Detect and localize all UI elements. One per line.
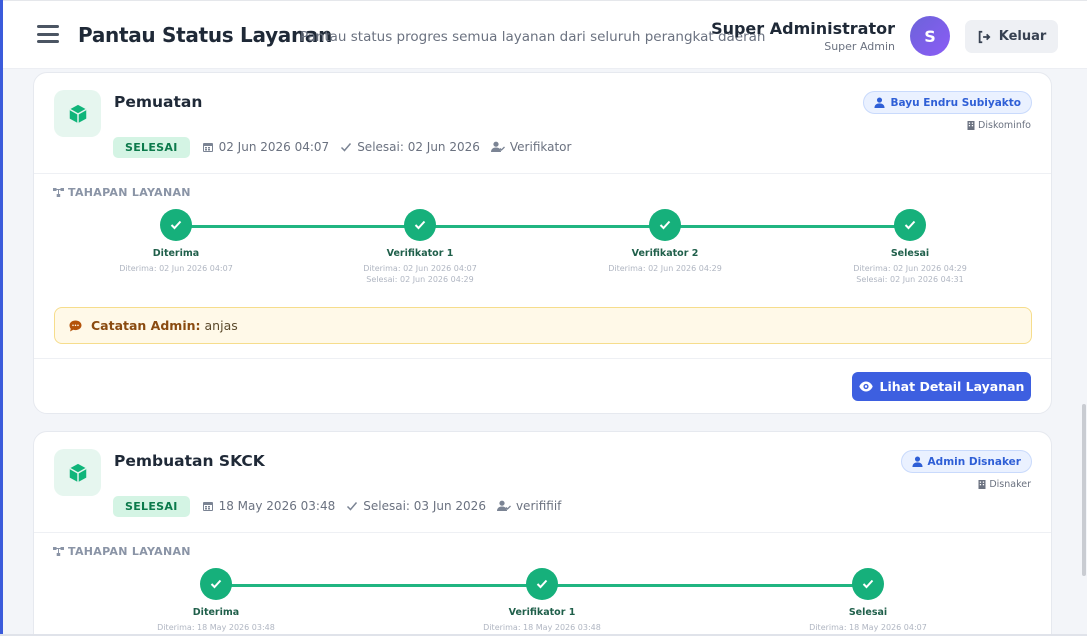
created-date: 18 May 2026 03:48 bbox=[202, 499, 336, 513]
step-check-icon bbox=[649, 209, 681, 241]
step-label: Verifikator 1 bbox=[386, 248, 454, 259]
step-check-icon bbox=[200, 568, 232, 600]
service-title: Pemuatan bbox=[114, 93, 203, 111]
hamburger-icon[interactable] bbox=[37, 25, 59, 43]
tahapan-label: TAHAPAN LAYANAN bbox=[68, 186, 191, 199]
verifier-text: verififiif bbox=[515, 499, 562, 513]
step-time: Selesai: 02 Jun 2026 04:31 bbox=[856, 275, 964, 284]
note-text: anjas bbox=[204, 318, 238, 333]
step-time: Diterima: 02 Jun 2026 04:07 bbox=[119, 264, 233, 273]
finished-date: Selesai: 03 Jun 2026 bbox=[346, 499, 486, 513]
user-role: Super Admin bbox=[824, 40, 895, 53]
department-name: Disnaker bbox=[989, 479, 1031, 490]
admin-note: Catatan Admin: anjas bbox=[54, 307, 1032, 344]
user-name: Super Administrator bbox=[711, 19, 895, 38]
sitemap-icon bbox=[53, 188, 64, 197]
calendar-icon bbox=[202, 143, 213, 152]
created-date-text: 02 Jun 2026 04:07 bbox=[218, 140, 330, 154]
view-detail-button[interactable]: Lihat Detail Layanan bbox=[852, 372, 1031, 401]
step-label: Selesai bbox=[890, 248, 930, 259]
comment-icon bbox=[69, 320, 82, 331]
step-label: Verifikator 2 bbox=[631, 248, 699, 259]
tahapan-label: TAHAPAN LAYANAN bbox=[68, 545, 191, 558]
service-meta: SELESAI 18 May 2026 03:48 Selesai: 03 Ju… bbox=[113, 495, 572, 517]
step-label: Diterima bbox=[152, 248, 200, 259]
step-label: Selesai bbox=[848, 607, 888, 618]
step-time: Diterima: 18 May 2026 03:48 bbox=[483, 623, 601, 632]
step-check-icon bbox=[160, 209, 192, 241]
avatar[interactable]: S bbox=[910, 16, 950, 56]
assignee-name: Bayu Endru Subiyakto bbox=[890, 96, 1021, 109]
page-title: Pantau Status Layanan bbox=[78, 23, 333, 47]
scrollbar-thumb[interactable] bbox=[1082, 404, 1086, 576]
step-time: Diterima: 18 May 2026 03:48 bbox=[157, 623, 275, 632]
department: Disnaker bbox=[978, 479, 1031, 490]
step-time: Diterima: 02 Jun 2026 04:29 bbox=[608, 264, 722, 273]
service-title: Pembuatan SKCK bbox=[114, 452, 265, 470]
finished-date-text: Selesai: 02 Jun 2026 bbox=[357, 140, 480, 154]
status-badge: SELESAI bbox=[113, 495, 190, 517]
service-card-pemuatan: Pemuatan SELESAI 02 Jun 2026 04:07 Seles… bbox=[33, 72, 1052, 414]
step-check-icon bbox=[852, 568, 884, 600]
step-check-icon bbox=[894, 209, 926, 241]
step-time: Diterima: 02 Jun 2026 04:29 bbox=[853, 264, 967, 273]
logout-label: Keluar bbox=[998, 29, 1047, 44]
left-accent-bar bbox=[0, 0, 3, 636]
step-label: Verifikator 1 bbox=[508, 607, 576, 618]
progress-track bbox=[176, 225, 910, 228]
tahapan-heading: TAHAPAN LAYANAN bbox=[53, 545, 191, 558]
created-date: 02 Jun 2026 04:07 bbox=[202, 140, 330, 154]
box-icon bbox=[54, 90, 101, 137]
divider bbox=[34, 532, 1051, 533]
step-time: Diterima: 18 May 2026 04:07 bbox=[809, 623, 927, 632]
step-check-icon bbox=[404, 209, 436, 241]
service-meta: SELESAI 02 Jun 2026 04:07 Selesai: 02 Ju… bbox=[113, 136, 582, 158]
department: Diskominfo bbox=[967, 120, 1031, 131]
divider bbox=[34, 358, 1051, 359]
divider bbox=[34, 173, 1051, 174]
note-label: Catatan Admin: bbox=[91, 318, 201, 333]
finished-date: Selesai: 02 Jun 2026 bbox=[340, 140, 480, 154]
tahapan-heading: TAHAPAN LAYANAN bbox=[53, 186, 191, 199]
building-icon bbox=[978, 480, 986, 489]
view-detail-label: Lihat Detail Layanan bbox=[879, 379, 1025, 394]
box-icon bbox=[54, 449, 101, 496]
verifier: Verifikator bbox=[490, 140, 572, 154]
logout-button[interactable]: Keluar bbox=[965, 20, 1058, 53]
sitemap-icon bbox=[53, 547, 64, 556]
calendar-icon bbox=[202, 502, 213, 511]
user-check-icon bbox=[496, 500, 511, 511]
step-time: Diterima: 02 Jun 2026 04:07 bbox=[363, 264, 477, 273]
assignee-chip: Bayu Endru Subiyakto bbox=[863, 91, 1032, 114]
user-icon bbox=[874, 97, 886, 108]
created-date-text: 18 May 2026 03:48 bbox=[218, 499, 336, 513]
assignee-chip: Admin Disnaker bbox=[900, 450, 1032, 473]
user-check-icon bbox=[490, 141, 505, 152]
page-subtitle: Pantau status progres semua layanan dari… bbox=[300, 29, 766, 45]
user-icon bbox=[912, 456, 923, 467]
verifier: verififiif bbox=[496, 499, 562, 513]
step-label: Diterima bbox=[192, 607, 240, 618]
step-check-icon bbox=[526, 568, 558, 600]
service-card-skck: Pembuatan SKCK SELESAI 18 May 2026 03:48… bbox=[33, 431, 1052, 636]
eye-icon bbox=[858, 381, 873, 392]
check-icon bbox=[341, 143, 352, 152]
finished-date-text: Selesai: 03 Jun 2026 bbox=[363, 499, 486, 513]
department-name: Diskominfo bbox=[978, 120, 1031, 131]
step-time: Selesai: 02 Jun 2026 04:29 bbox=[366, 275, 474, 284]
building-icon bbox=[967, 121, 975, 130]
status-badge: SELESAI bbox=[113, 136, 190, 158]
check-icon bbox=[347, 502, 358, 511]
assignee-name: Admin Disnaker bbox=[927, 455, 1021, 468]
verifier-text: Verifikator bbox=[509, 140, 572, 154]
logout-icon bbox=[978, 30, 991, 43]
app-header: Pantau Status Layanan Pantau status prog… bbox=[3, 1, 1087, 69]
